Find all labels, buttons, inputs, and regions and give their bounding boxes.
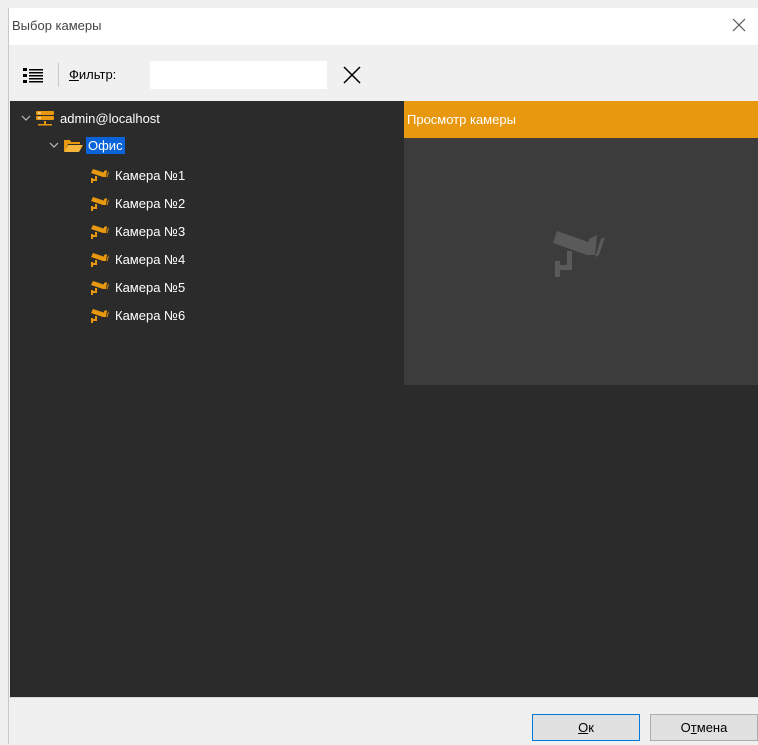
camera-icon — [91, 169, 109, 183]
tree-node-camera[interactable]: Камера №2 — [90, 192, 187, 214]
toolbar: Фильтр: — [9, 45, 758, 101]
camera-icon — [91, 253, 109, 267]
clear-filter-icon[interactable] — [341, 64, 363, 86]
dialog-footer: Ок От мена — [9, 697, 758, 745]
camera-tree: admin@localhost Офис Камера №1 Камера №2 К… — [10, 101, 404, 697]
tree-node-camera[interactable]: Камера №3 — [90, 220, 187, 242]
tree-node-camera[interactable]: Камера №6 — [90, 304, 187, 326]
chevron-down-icon[interactable] — [48, 139, 60, 151]
close-icon[interactable] — [728, 14, 750, 36]
filter-input[interactable] — [150, 61, 327, 89]
open-folder-icon — [64, 140, 83, 152]
camera-placeholder-icon — [553, 231, 605, 277]
title-bar: Выбор камеры — [9, 8, 758, 45]
cancel-button[interactable]: От мена — [650, 714, 758, 741]
preview-area — [404, 138, 758, 385]
camera-label: Камера №6 — [115, 307, 186, 323]
tree-node-group[interactable]: Офис — [48, 134, 125, 156]
tree-node-camera[interactable]: Камера №5 — [90, 276, 187, 298]
preview-header: Просмотр камеры — [404, 101, 758, 138]
camera-label: Камера №5 — [115, 279, 186, 295]
filter-label: Фильтр: — [69, 67, 117, 82]
toolbar-separator — [58, 63, 59, 87]
camera-label: Камера №1 — [115, 167, 186, 183]
window-title: Выбор камеры — [12, 18, 102, 33]
camera-icon — [91, 309, 109, 323]
camera-select-dialog: Выбор камеры Фильтр: admin@localhost Офи… — [8, 8, 758, 745]
camera-label: Камера №4 — [115, 251, 186, 267]
tree-node-camera[interactable]: Камера №4 — [90, 248, 187, 270]
server-icon — [36, 111, 54, 126]
camera-icon — [91, 225, 109, 239]
chevron-down-icon[interactable] — [20, 112, 32, 124]
camera-icon — [91, 281, 109, 295]
camera-preview-panel: Просмотр камеры — [404, 101, 758, 697]
camera-icon — [91, 197, 109, 211]
tree-node-server[interactable]: admin@localhost — [20, 107, 162, 129]
camera-label: Камера №3 — [115, 223, 186, 239]
list-view-icon[interactable] — [23, 67, 43, 85]
server-label: admin@localhost — [60, 110, 160, 126]
camera-label: Камера №2 — [115, 195, 186, 211]
group-label: Офис — [86, 136, 125, 154]
preview-title: Просмотр камеры — [407, 112, 516, 127]
ok-button[interactable]: Ок — [532, 714, 640, 741]
tree-node-camera[interactable]: Камера №1 — [90, 164, 187, 186]
